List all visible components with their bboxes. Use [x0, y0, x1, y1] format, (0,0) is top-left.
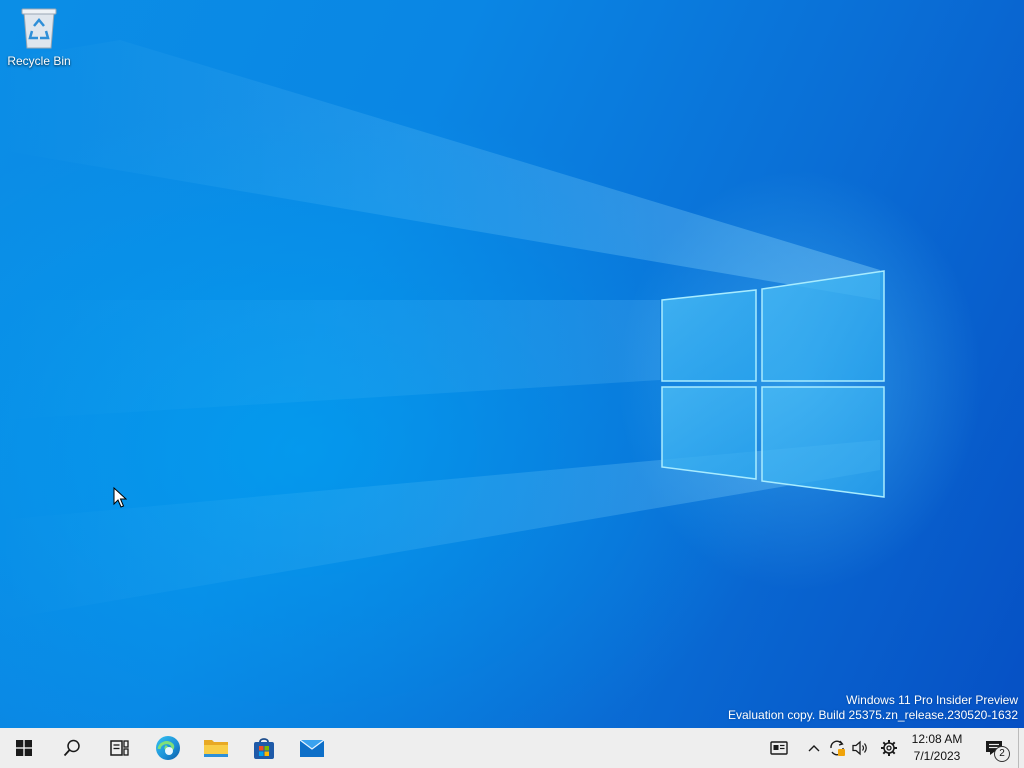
start-button[interactable]: [0, 728, 48, 768]
show-desktop-button[interactable]: [1018, 728, 1024, 768]
watermark-build: Evaluation copy. Build 25375.zn_release.…: [728, 708, 1018, 722]
desktop-background: Recycle Bin Windows 11 Pro Insider Previ…: [0, 0, 1024, 728]
chevron-up-icon: [808, 745, 820, 752]
sync-status-button[interactable]: [826, 728, 848, 768]
clock-date: 7/1/2023: [913, 749, 961, 763]
windows-logo-wallpaper: [661, 270, 885, 498]
show-hidden-icons-button[interactable]: [802, 728, 826, 768]
mail-icon: [299, 739, 325, 757]
task-view-icon: [110, 740, 129, 756]
watermark-edition: Windows 11 Pro Insider Preview: [846, 693, 1018, 707]
taskbar-mail[interactable]: [288, 728, 336, 768]
recycle-bin-label: Recycle Bin: [7, 54, 71, 68]
system-tray: 12:08 AM 7/1/2023 2: [756, 728, 1024, 768]
settings-button[interactable]: [874, 728, 904, 768]
settings-gear-icon: [881, 740, 897, 756]
clock-time: 12:08 AM: [911, 732, 963, 746]
recycle-bin-icon: [21, 8, 57, 49]
folder-icon: [204, 740, 228, 757]
recycle-bin-shortcut[interactable]: Recycle Bin: [4, 6, 74, 76]
windows-start-icon: [16, 740, 32, 756]
evaluation-watermark: Windows 11 Pro Insider Preview Evaluatio…: [728, 693, 1018, 723]
news-widget-button[interactable]: [756, 728, 802, 768]
store-icon: [254, 738, 274, 759]
mouse-cursor-icon: [113, 487, 127, 508]
clock[interactable]: 12:08 AM 7/1/2023: [904, 731, 970, 765]
task-view-button[interactable]: [96, 728, 144, 768]
search-icon: [63, 739, 80, 757]
notification-count-badge: 2: [994, 746, 1010, 762]
volume-icon: [852, 740, 867, 756]
sync-icon: [830, 740, 845, 756]
taskbar-file-explorer[interactable]: [192, 728, 240, 768]
volume-button[interactable]: [848, 728, 874, 768]
taskbar-microsoft-store[interactable]: [240, 728, 288, 768]
news-widget-icon: [770, 741, 788, 755]
notification-center-button[interactable]: 2: [970, 728, 1018, 768]
edge-icon: [156, 736, 180, 760]
taskbar-edge[interactable]: [144, 728, 192, 768]
search-button[interactable]: [48, 728, 96, 768]
taskbar: 12:08 AM 7/1/2023 2: [0, 728, 1024, 768]
